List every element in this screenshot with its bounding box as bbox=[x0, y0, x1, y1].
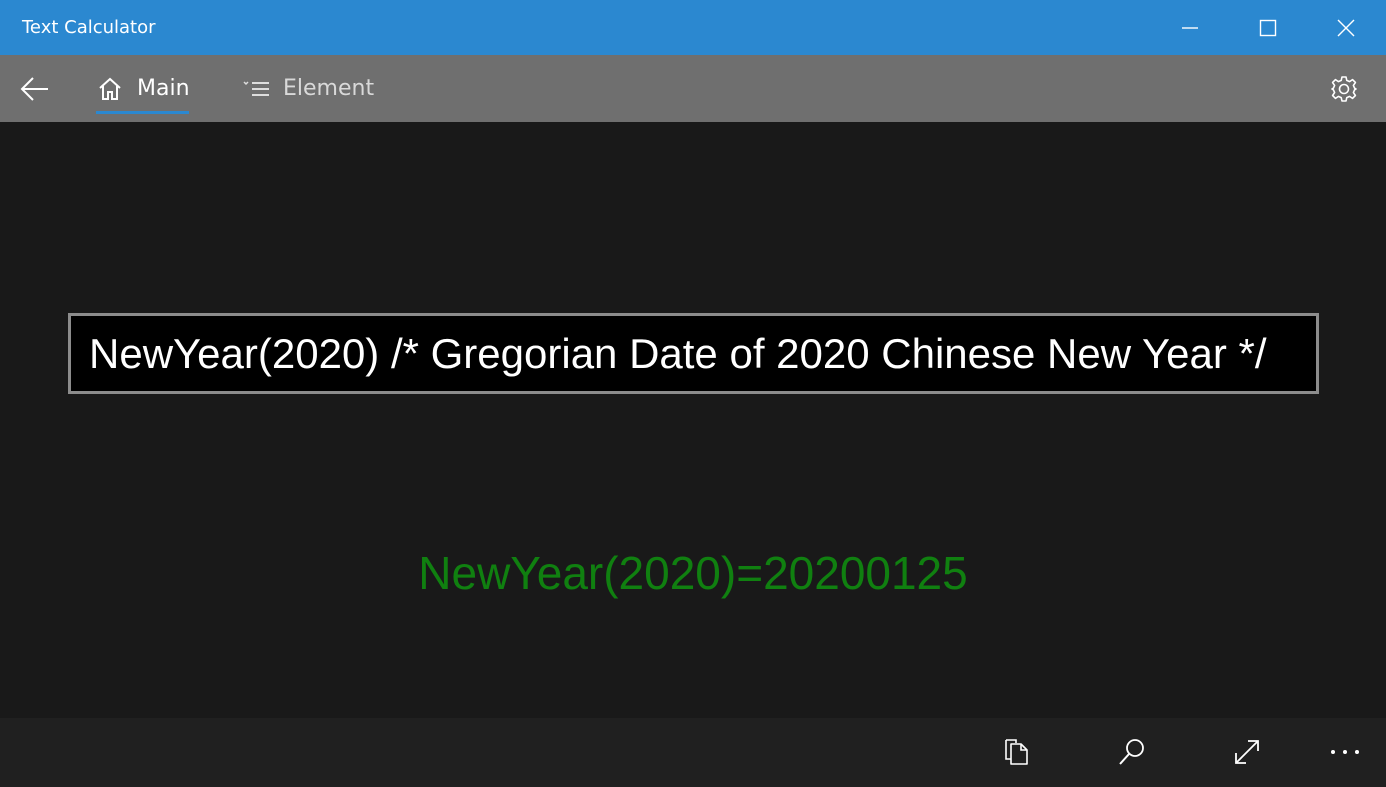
more-icon bbox=[1331, 750, 1359, 754]
expand-button[interactable] bbox=[1224, 730, 1270, 774]
minimize-button[interactable] bbox=[1151, 0, 1229, 55]
app-title: Text Calculator bbox=[22, 17, 156, 38]
close-icon bbox=[1337, 19, 1355, 36]
tab-main-label: Main bbox=[137, 76, 190, 101]
search-icon bbox=[1119, 739, 1144, 765]
maximize-icon bbox=[1259, 19, 1277, 36]
main-content: NewYear(2020)=20200125 bbox=[0, 122, 1386, 718]
tab-element-label: Element bbox=[283, 76, 375, 101]
expand-icon bbox=[1235, 740, 1259, 764]
settings-button[interactable] bbox=[1324, 71, 1364, 107]
more-button[interactable] bbox=[1322, 730, 1368, 774]
minimize-icon bbox=[1182, 26, 1198, 29]
list-icon bbox=[242, 75, 270, 103]
copy-icon bbox=[1005, 739, 1028, 765]
home-icon bbox=[96, 75, 124, 103]
title-bar: Text Calculator bbox=[0, 0, 1386, 55]
gear-icon bbox=[1331, 76, 1357, 102]
expression-input[interactable] bbox=[68, 313, 1319, 394]
command-bar bbox=[0, 718, 1386, 787]
maximize-button[interactable] bbox=[1229, 0, 1307, 55]
copy-button[interactable] bbox=[994, 730, 1040, 774]
search-button[interactable] bbox=[1109, 730, 1155, 774]
result-text: NewYear(2020)=20200125 bbox=[418, 547, 968, 599]
back-arrow-icon bbox=[20, 77, 48, 101]
close-button[interactable] bbox=[1307, 0, 1385, 55]
back-button[interactable] bbox=[14, 69, 56, 109]
tab-element[interactable]: Element bbox=[242, 55, 374, 122]
selected-tab-indicator bbox=[96, 111, 189, 114]
nav-bar: Main Element bbox=[0, 55, 1386, 122]
